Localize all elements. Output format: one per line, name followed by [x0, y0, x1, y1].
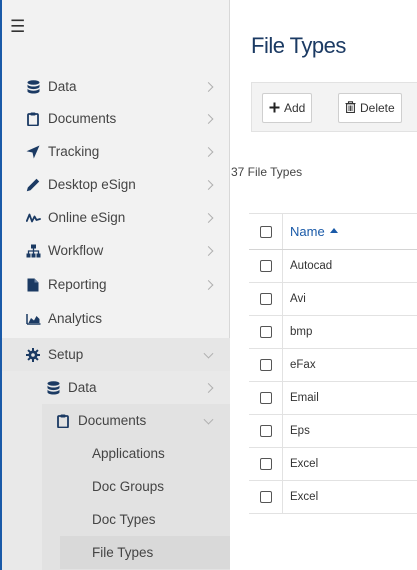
table-row[interactable]: Email: [249, 382, 417, 415]
chevron-right-icon: [203, 212, 214, 223]
row-checkbox[interactable]: [259, 293, 272, 305]
name-cell: Avi: [290, 293, 306, 305]
row-checkbox[interactable]: [259, 326, 272, 338]
add-button[interactable]: Add: [262, 93, 313, 123]
chevron-down-icon: [203, 414, 214, 425]
database-icon: [24, 78, 42, 96]
name-cell: Excel: [290, 458, 319, 470]
area-chart-icon: [24, 310, 42, 328]
table-row[interactable]: Avi: [249, 283, 417, 316]
row-checkbox[interactable]: [259, 491, 272, 503]
page-title: File Types: [251, 33, 346, 58]
sidebar-item-workflow[interactable]: Workflow: [2, 234, 230, 267]
row-checkbox-cell: [249, 448, 283, 480]
row-checkbox-cell: [249, 481, 283, 513]
sidebar-item-label: Desktop eSign: [48, 177, 136, 192]
row-checkbox[interactable]: [259, 425, 272, 437]
sidebar-subitem-data[interactable]: Data: [2, 371, 230, 404]
select-all-cell: [249, 214, 283, 249]
sidebar-leaf-doc-groups[interactable]: Doc Groups: [92, 470, 164, 503]
signature-icon: [24, 209, 42, 227]
name-cell: Autocad: [290, 260, 333, 272]
table-row[interactable]: eFax: [249, 349, 417, 382]
sidebar: ☰ Data Documents Tracking Desktop eSign: [0, 0, 230, 570]
name-column-label: Name: [290, 224, 325, 239]
sidebar-item-label: Documents: [48, 111, 117, 126]
sort-ascending-icon: [329, 227, 338, 233]
chevron-down-icon: [203, 348, 214, 359]
chevron-right-icon: [203, 81, 214, 92]
table-row[interactable]: Eps: [249, 415, 417, 448]
name-cell: Excel: [290, 491, 319, 503]
hamburger-icon[interactable]: ☰: [10, 18, 25, 35]
trash-icon: [345, 100, 356, 116]
chevron-right-icon: [203, 382, 214, 393]
main-content: File Types Add Delete 37 File Types Name: [231, 0, 417, 570]
table-row[interactable]: Autocad: [249, 250, 417, 283]
name-cell: Eps: [290, 425, 310, 437]
sidebar-item-data[interactable]: Data: [2, 70, 230, 103]
file-icon: [24, 276, 42, 294]
gear-icon: [24, 346, 42, 364]
sitemap-icon: [24, 242, 42, 260]
sidebar-item-tracking[interactable]: Tracking: [2, 135, 230, 168]
toolbar: Add Delete: [251, 82, 417, 132]
sidebar-item-analytics[interactable]: Analytics: [2, 302, 230, 335]
select-all-checkbox[interactable]: [259, 225, 272, 238]
row-checkbox-cell: [249, 316, 283, 348]
sidebar-leaf-applications[interactable]: Applications: [92, 437, 165, 470]
sidebar-subitem-documents[interactable]: Documents: [2, 404, 230, 437]
sidebar-item-label: Data: [48, 79, 77, 94]
row-checkbox-cell: [249, 382, 283, 414]
chevron-right-icon: [203, 113, 214, 124]
table-row[interactable]: Excel: [249, 448, 417, 481]
row-checkbox-cell: [249, 250, 283, 282]
table-row[interactable]: bmp: [249, 316, 417, 349]
chevron-right-icon: [203, 279, 214, 290]
row-checkbox[interactable]: [259, 392, 272, 404]
sidebar-item-label: Data: [68, 380, 97, 395]
delete-button[interactable]: Delete: [338, 93, 402, 123]
name-cell: eFax: [290, 359, 316, 371]
sidebar-item-label: Documents: [78, 413, 147, 428]
pen-icon: [24, 176, 42, 194]
name-column-header[interactable]: Name: [290, 214, 338, 249]
sidebar-item-desktop-esign[interactable]: Desktop eSign: [2, 168, 230, 201]
sidebar-item-label: Tracking: [48, 144, 100, 159]
sidebar-item-documents[interactable]: Documents: [2, 102, 230, 135]
name-cell: Email: [290, 392, 319, 404]
chevron-right-icon: [203, 245, 214, 256]
database-icon: [44, 379, 62, 397]
clipboard-icon: [24, 110, 42, 128]
sidebar-item-label: Setup: [48, 347, 84, 362]
row-checkbox[interactable]: [259, 359, 272, 371]
row-checkbox[interactable]: [259, 458, 272, 470]
name-cell: bmp: [290, 326, 313, 338]
sidebar-item-label: Workflow: [48, 243, 104, 258]
row-checkbox-cell: [249, 415, 283, 447]
table-header-row: Name: [249, 213, 417, 250]
chevron-right-icon: [203, 179, 214, 190]
record-count: 37 File Types: [231, 165, 303, 179]
sidebar-item-label: Analytics: [48, 311, 103, 326]
sidebar-leaf-file-types[interactable]: File Types: [60, 536, 230, 569]
row-checkbox-cell: [249, 349, 283, 381]
row-checkbox-cell: [249, 283, 283, 315]
sidebar-item-setup[interactable]: Setup: [2, 338, 230, 371]
add-button-label: Add: [284, 101, 306, 115]
delete-button-label: Delete: [360, 101, 395, 115]
table-row[interactable]: Excel: [249, 481, 417, 514]
chevron-right-icon: [203, 146, 214, 157]
sidebar-item-label: Reporting: [48, 277, 107, 292]
sidebar-item-reporting[interactable]: Reporting: [2, 268, 230, 301]
location-arrow-icon: [24, 143, 42, 161]
clipboard-icon: [54, 412, 72, 430]
sidebar-leaf-doc-types[interactable]: Doc Types: [92, 503, 156, 536]
file-types-table: Name Autocad Avi bmp eFax Email Eps Exce…: [249, 213, 417, 514]
row-checkbox[interactable]: [259, 260, 272, 272]
sidebar-item-label: Online eSign: [48, 210, 126, 225]
sidebar-item-online-esign[interactable]: Online eSign: [2, 201, 230, 234]
plus-icon: [269, 100, 280, 116]
